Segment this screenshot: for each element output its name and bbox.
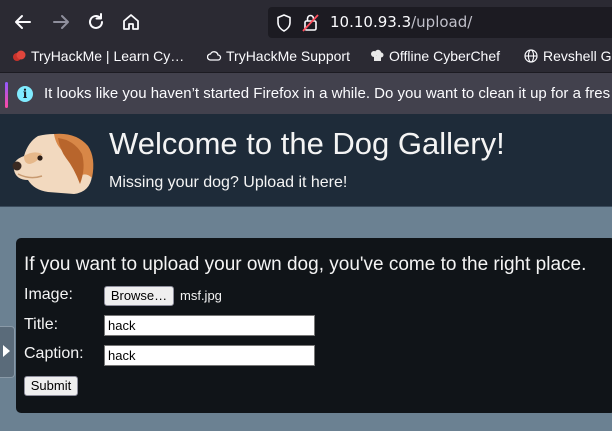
cloud-icon — [206, 49, 222, 63]
bookmark-label: TryHackMe | Learn Cy… — [31, 48, 185, 64]
chef-icon — [370, 49, 384, 63]
bookmark-tryhackme-support[interactable]: TryHackMe Support — [206, 48, 350, 64]
browser-toolbar: 10.10.93.3/upload/ — [0, 0, 612, 44]
title-label: Title: — [24, 316, 59, 333]
shield-icon[interactable] — [276, 14, 292, 36]
expand-arrow-icon — [3, 345, 10, 357]
selected-file-name: msf.jpg — [180, 288, 222, 303]
forward-arrow-icon[interactable] — [50, 11, 72, 33]
page-subtitle: Missing your dog? Upload it here! — [109, 174, 348, 191]
globe-icon — [524, 49, 538, 63]
bookmark-label: Revshell G — [543, 48, 612, 64]
dog-logo — [8, 128, 98, 198]
caption-label: Caption: — [24, 345, 84, 362]
home-icon[interactable] — [120, 11, 142, 33]
url-host: 10.10.93.3 — [330, 13, 412, 31]
caption-input[interactable]: hack — [104, 345, 315, 366]
back-arrow-icon[interactable] — [12, 11, 34, 33]
page-title: Welcome to the Dog Gallery! — [109, 126, 505, 161]
info-icon: i — [17, 86, 33, 102]
url-text[interactable]: 10.10.93.3/upload/ — [330, 13, 472, 31]
title-input[interactable]: hack — [104, 315, 315, 336]
image-label: Image: — [24, 286, 73, 303]
insecure-lock-icon[interactable] — [302, 13, 320, 36]
upload-heading: If you want to upload your own dog, you'… — [24, 254, 587, 275]
address-bar[interactable]: 10.10.93.3/upload/ — [268, 7, 612, 38]
upload-form: If you want to upload your own dog, you'… — [16, 238, 612, 413]
url-path: /upload/ — [411, 13, 473, 31]
bookmarks-toolbar: TryHackMe | Learn Cy… TryHackMe Support … — [0, 44, 612, 72]
notification-accent — [5, 82, 8, 108]
bookmark-offline-cyberchef[interactable]: Offline CyberChef — [370, 48, 500, 64]
bookmark-label: Offline CyberChef — [389, 48, 501, 64]
notification-bar: i It looks like you haven’t started Fire… — [0, 72, 612, 114]
sidebar-toggle-handle[interactable] — [0, 326, 15, 378]
notification-text: It looks like you haven’t started Firefo… — [44, 85, 611, 102]
bookmark-revshell[interactable]: Revshell G — [524, 48, 611, 64]
bookmark-label: TryHackMe Support — [226, 48, 350, 64]
reload-icon[interactable] — [85, 11, 107, 33]
submit-button[interactable]: Submit — [24, 376, 78, 396]
tryhackme-icon — [12, 49, 26, 63]
browse-button[interactable]: Browse… — [104, 286, 174, 306]
bookmark-tryhackme[interactable]: TryHackMe | Learn Cy… — [12, 48, 184, 64]
